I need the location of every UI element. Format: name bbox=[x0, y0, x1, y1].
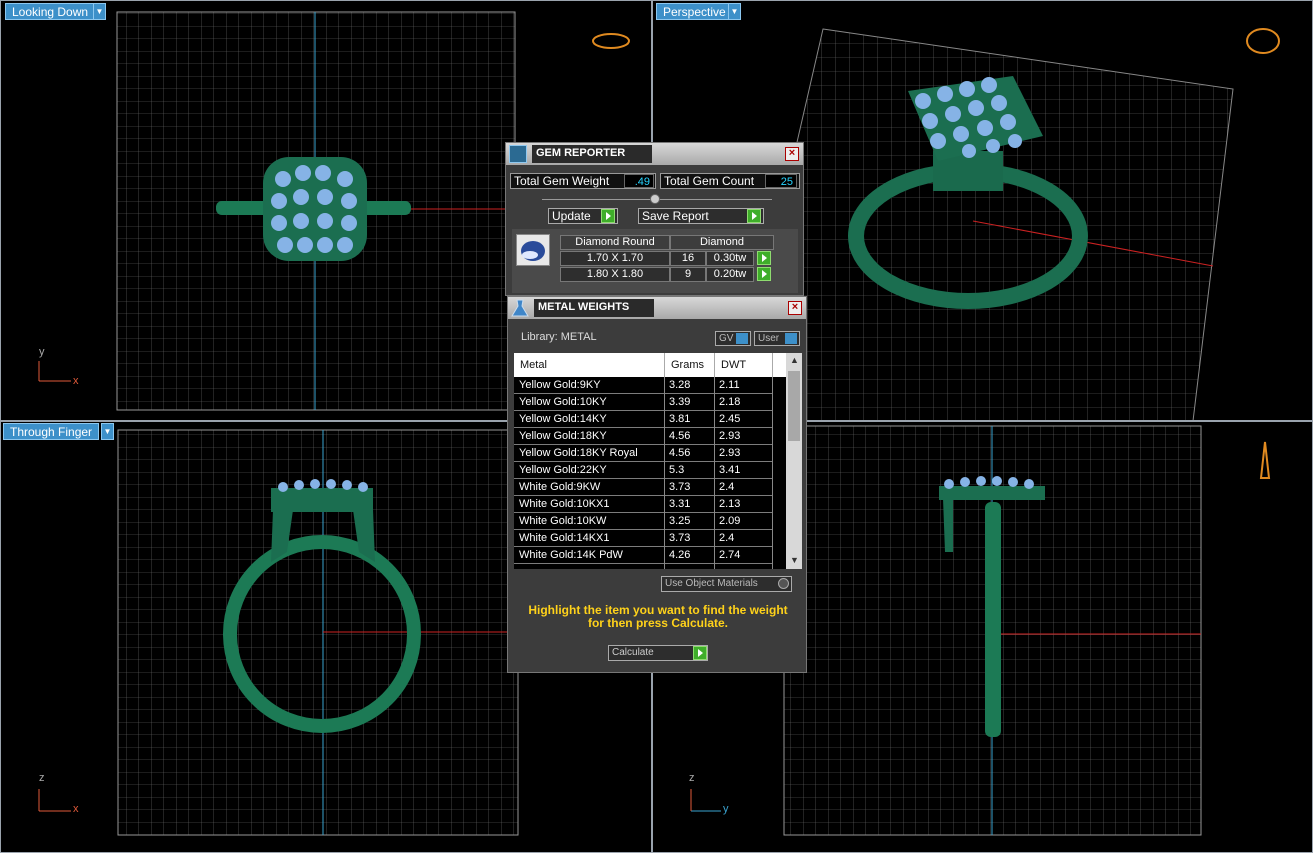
header-metal[interactable]: Metal bbox=[520, 359, 547, 371]
user-toggle-indicator[interactable] bbox=[785, 333, 797, 344]
table-row[interactable]: Yellow Gold:10KY 3.39 2.18 bbox=[514, 394, 772, 411]
table-row[interactable]: Yellow Gold:9KY 3.28 2.11 bbox=[514, 377, 772, 394]
viewport-label[interactable]: Through Finger bbox=[3, 423, 100, 440]
gem-reporter-icon bbox=[509, 145, 527, 163]
gem-size: 1.70 X 1.70 bbox=[560, 251, 670, 266]
scrollbar[interactable]: ▲ ▼ bbox=[786, 353, 802, 569]
scroll-down-icon[interactable]: ▼ bbox=[790, 555, 799, 565]
table-row[interactable]: White Gold:10KW 3.25 2.09 bbox=[514, 513, 772, 530]
gem-row-go-icon[interactable] bbox=[757, 267, 771, 281]
gem-count: 16 bbox=[670, 251, 706, 266]
diamond-round-header: Diamond Round bbox=[560, 235, 670, 250]
table-row[interactable]: White Gold:14K PdW 4.26 2.74 bbox=[514, 547, 772, 564]
table-row[interactable]: Yellow Gold:22KY 5.3 3.41 bbox=[514, 462, 772, 479]
axis-z-label: z bbox=[689, 772, 695, 784]
metal-table[interactable]: Metal Grams DWT Yellow Gold:9KY 3.28 2.11 … bbox=[514, 353, 802, 569]
metal-weights-panel: METAL WEIGHTS × Library: METAL GV User M… bbox=[507, 296, 807, 673]
axis-z-label: z bbox=[39, 772, 45, 784]
diamond-icon bbox=[516, 234, 550, 266]
gem-reporter-titlebar[interactable]: GEM REPORTER × bbox=[506, 143, 803, 165]
gem-reporter-title: GEM REPORTER bbox=[536, 147, 626, 159]
gem-row-go-icon[interactable] bbox=[757, 251, 771, 265]
gem-count: 9 bbox=[670, 267, 706, 282]
close-icon[interactable]: × bbox=[785, 147, 799, 161]
library-label: Library: METAL bbox=[521, 331, 597, 343]
axis-y-label: y bbox=[39, 346, 45, 358]
metal-rows: Yellow Gold:9KY 3.28 2.11 Yellow Gold:10KY… bbox=[514, 377, 774, 569]
total-gem-weight-value: .49 bbox=[624, 174, 654, 188]
table-row[interactable]: Yellow Gold:18KY Royal 4.56 2.93 bbox=[514, 445, 772, 462]
table-row[interactable]: White Gold:14KX1 3.73 2.4 bbox=[514, 530, 772, 547]
update-go-icon[interactable] bbox=[601, 209, 615, 223]
gem-weight: 0.20tw bbox=[706, 267, 754, 282]
save-report-go-icon[interactable] bbox=[747, 209, 761, 223]
slider-handle[interactable] bbox=[650, 194, 660, 204]
diamond-header: Diamond bbox=[670, 235, 774, 250]
chevron-down-icon[interactable]: ▼ bbox=[93, 3, 106, 20]
header-dwt[interactable]: DWT bbox=[721, 359, 746, 371]
axis-x-label: x bbox=[73, 375, 79, 387]
instruction-text: Highlight the item you want to find the … bbox=[528, 603, 788, 630]
axis-y-label: y bbox=[723, 803, 729, 815]
header-grams[interactable]: Grams bbox=[671, 359, 704, 371]
scroll-thumb[interactable] bbox=[788, 371, 800, 441]
gem-size: 1.80 X 1.80 bbox=[560, 267, 670, 282]
use-object-materials-indicator[interactable] bbox=[778, 578, 789, 589]
chevron-down-icon[interactable]: ▼ bbox=[728, 3, 741, 20]
axis-x-label: x bbox=[73, 803, 79, 815]
table-row[interactable]: White Gold:10KX1 3.31 2.13 bbox=[514, 496, 772, 513]
close-icon[interactable]: × bbox=[788, 301, 802, 315]
table-row[interactable]: Yellow Gold:18KY 4.56 2.93 bbox=[514, 428, 772, 445]
flask-icon bbox=[510, 298, 530, 318]
save-report-button[interactable]: Save Report bbox=[638, 208, 764, 224]
metal-weights-titlebar[interactable]: METAL WEIGHTS × bbox=[508, 297, 806, 319]
total-gem-count-value: 25 bbox=[765, 174, 797, 188]
viewport-label[interactable]: Perspective bbox=[656, 3, 733, 20]
table-row[interactable]: White Gold:9KW 3.73 2.4 bbox=[514, 479, 772, 496]
scroll-up-icon[interactable]: ▲ bbox=[790, 355, 799, 365]
metal-weights-title: METAL WEIGHTS bbox=[538, 301, 630, 313]
gv-toggle-indicator[interactable] bbox=[736, 333, 748, 344]
gem-weight: 0.30tw bbox=[706, 251, 754, 266]
use-object-materials-toggle[interactable]: Use Object Materials bbox=[661, 576, 792, 592]
viewport-label[interactable]: Looking Down bbox=[5, 3, 96, 20]
calculate-go-icon[interactable] bbox=[693, 646, 707, 660]
chevron-down-icon[interactable]: ▼ bbox=[101, 423, 114, 440]
metal-table-header: Metal Grams DWT bbox=[514, 353, 786, 377]
table-row[interactable]: Yellow Gold:14KY 3.81 2.45 bbox=[514, 411, 772, 428]
gem-reporter-panel: GEM REPORTER × Total Gem Weight .49 Tota… bbox=[505, 142, 804, 296]
